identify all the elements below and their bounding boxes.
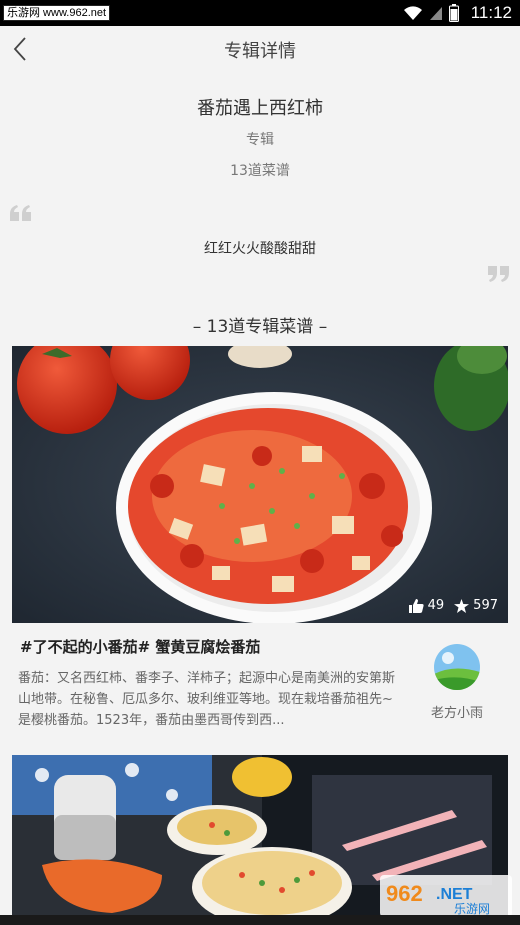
bottom-strip	[0, 915, 520, 925]
watermark-logo: 962 .NET 乐游网	[380, 875, 512, 917]
svg-text:962: 962	[386, 881, 423, 906]
likes-count: 49	[427, 598, 445, 613]
watermark-top: 乐游网 www.962.net	[3, 5, 111, 21]
likes-stat[interactable]: 49	[408, 598, 445, 613]
nav-bar: 专辑详情	[0, 26, 520, 72]
recipe-image[interactable]: 49 597	[12, 346, 508, 623]
wifi-icon	[403, 6, 422, 20]
status-icons: 11:12	[403, 0, 512, 26]
quote-close-icon	[488, 266, 509, 282]
page-title: 专辑详情	[224, 41, 296, 62]
svg-text:乐游网: 乐游网	[454, 902, 490, 916]
thumbs-up-icon	[408, 598, 424, 613]
status-time: 11:12	[470, 3, 512, 22]
recipe-stats: 49 597	[408, 598, 498, 613]
favorites-count: 597	[473, 598, 498, 613]
recipe-description: 番茄：又名西红柿、番李子、洋柿子；起源中心是南美洲的安第斯山地带。在秘鲁、厄瓜多…	[18, 671, 396, 728]
battery-icon	[448, 4, 459, 22]
author-name[interactable]: 老方小雨	[410, 702, 504, 721]
favorites-stat[interactable]: 597	[454, 598, 498, 613]
signal-icon	[429, 7, 442, 20]
recipe-photo	[12, 346, 508, 623]
star-icon	[454, 598, 470, 613]
album-description: 红红火火酸酸甜甜	[204, 241, 316, 257]
recipe-title[interactable]: #了不起的小番茄# 蟹黄豆腐烩番茄	[20, 636, 260, 657]
quote-open-icon	[10, 205, 31, 221]
section-title: – 13道专辑菜谱 –	[192, 317, 328, 337]
album-title: 番茄遇上西红柿	[197, 98, 323, 119]
author-avatar[interactable]	[434, 644, 480, 690]
album-type: 专辑	[246, 132, 274, 148]
status-bar: 乐游网 www.962.net 11:12	[0, 0, 520, 26]
avatar-image	[434, 644, 480, 690]
svg-text:.NET: .NET	[436, 886, 473, 903]
watermark-logo-image: 962 .NET 乐游网	[380, 875, 512, 917]
album-recipe-count: 13道菜谱	[230, 163, 290, 179]
